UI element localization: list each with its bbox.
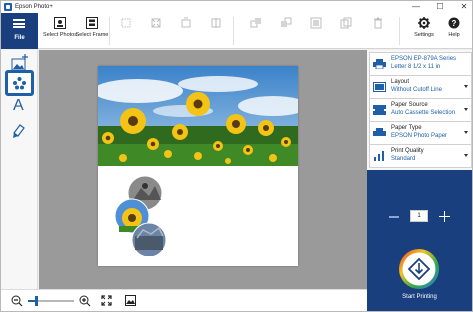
select-photos-button[interactable]: Select Photos: [43, 13, 77, 49]
stamp-icon: [13, 77, 26, 90]
printer-select[interactable]: EPSON EP-879A Series Letter 8 1/2 x 11 i…: [369, 52, 472, 76]
flip-button[interactable]: [199, 13, 233, 49]
trash-icon: [374, 17, 382, 29]
fit-to-window-icon[interactable]: [101, 295, 112, 306]
printer-name: EPSON EP-879A Series: [391, 56, 457, 62]
paper-source-icon: [373, 105, 386, 115]
zoom-out-icon[interactable]: [11, 295, 23, 307]
fit-button[interactable]: [139, 13, 173, 49]
hamburger-icon: [13, 19, 25, 28]
window-title: Epson Photo+: [15, 4, 53, 10]
minimize-button[interactable]: —: [408, 1, 424, 13]
help-icon: ?: [448, 17, 460, 29]
bring-forward-button[interactable]: [239, 13, 273, 49]
tool-stamp[interactable]: [5, 70, 34, 96]
app-logo-icon: [4, 3, 12, 11]
svg-text:?: ?: [452, 19, 457, 28]
close-button[interactable]: ✕: [456, 1, 472, 13]
zoom-in-icon[interactable]: [79, 295, 91, 307]
crop-button[interactable]: [109, 13, 143, 49]
image-view-icon[interactable]: [125, 295, 136, 306]
gear-icon: [418, 17, 430, 29]
chevron-down-icon: [464, 154, 468, 157]
circle-photo-group[interactable]: [111, 176, 171, 256]
canvas-area: [39, 50, 367, 289]
copies-input[interactable]: 1: [410, 210, 428, 222]
paper-preview[interactable]: [98, 66, 298, 266]
print-quality-select[interactable]: Print Quality Standard: [369, 144, 472, 168]
chevron-down-icon: [464, 85, 468, 88]
paper-type-select[interactable]: Paper Type EPSON Photo Paper: [369, 121, 472, 145]
paper-size: Letter 8 1/2 x 11 in: [391, 64, 441, 70]
help-button[interactable]: ? Help: [437, 13, 471, 49]
sunflower-photo[interactable]: [98, 66, 298, 166]
photo-icon: [54, 17, 66, 29]
send-backward-icon: [281, 17, 292, 27]
layout-select[interactable]: Layout Without Cutoff Line: [369, 75, 472, 99]
printer-icon: [373, 59, 386, 69]
arrange-button[interactable]: [299, 13, 333, 49]
crop-icon: [121, 18, 131, 28]
zoom-bar: [1, 289, 367, 311]
maximize-button[interactable]: ☐: [432, 1, 448, 13]
copy-button[interactable]: [329, 13, 363, 49]
file-menu-button[interactable]: File: [1, 13, 38, 49]
zoom-slider[interactable]: [28, 296, 74, 306]
increase-copies-button[interactable]: [439, 211, 450, 222]
zoom-slider-thumb[interactable]: [35, 296, 38, 306]
start-printing-button[interactable]: [398, 248, 440, 290]
paper-type-icon: [373, 128, 386, 136]
print-quality-icon: [374, 151, 384, 161]
tool-strip: A: [1, 50, 38, 311]
print-settings-panel: EPSON EP-879A Series Letter 8 1/2 x 11 i…: [367, 50, 472, 311]
chevron-down-icon: [464, 108, 468, 111]
rotate-icon: [181, 17, 191, 28]
delete-button[interactable]: [361, 13, 395, 49]
settings-button[interactable]: Settings: [407, 13, 441, 49]
title-bar: Epson Photo+ — ☐ ✕: [1, 1, 472, 13]
paper-source-select[interactable]: Paper Source Auto Cassette Selection: [369, 98, 472, 122]
start-printing-label: Start Printing: [402, 294, 437, 300]
arrange-icon: [310, 17, 322, 29]
text-icon: A: [13, 97, 24, 114]
decrease-copies-button[interactable]: [389, 216, 399, 218]
select-frame-button[interactable]: Select Frame: [75, 13, 109, 49]
bring-forward-icon: [250, 18, 261, 28]
app-window: Epson Photo+ — ☐ ✕ File Select Photos Se…: [0, 0, 473, 312]
background-icon: [13, 124, 25, 138]
tool-background[interactable]: [5, 118, 34, 144]
ribbon-toolbar: File Select Photos Select Frame Settings…: [1, 13, 472, 49]
copy-icon: [340, 17, 352, 29]
rotate-button[interactable]: [169, 13, 203, 49]
frame-icon: [86, 17, 98, 29]
print-area: 1 Start Printing: [367, 170, 472, 311]
flip-icon: [211, 18, 221, 28]
fit-icon: [151, 18, 161, 28]
layout-icon: [373, 82, 386, 92]
chevron-down-icon: [464, 131, 468, 134]
send-backward-button[interactable]: [269, 13, 303, 49]
